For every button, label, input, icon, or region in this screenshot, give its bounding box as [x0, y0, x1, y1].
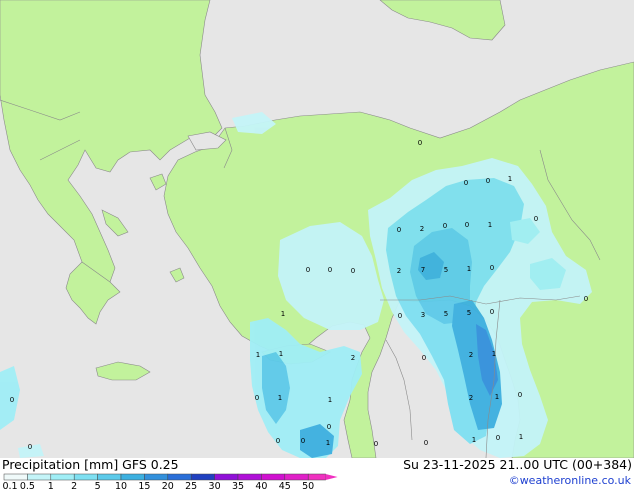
value-label: 1 [256, 351, 260, 359]
value-label: 0 [496, 434, 500, 442]
legend-tick-label: 5 [95, 481, 101, 490]
value-label: 0 [424, 439, 428, 447]
legend-tick-label: 0.1 [2, 481, 17, 490]
legend-tick-label: 45 [279, 481, 291, 490]
value-label: 1 [281, 310, 285, 318]
value-label: 1 [519, 433, 523, 441]
value-label: 1 [488, 221, 492, 229]
legend-swatch [3, 473, 28, 481]
value-label: 0 [534, 215, 538, 223]
value-label: 0 [584, 295, 588, 303]
value-label: 0 [443, 222, 447, 230]
value-label: 2 [469, 394, 473, 402]
value-label: 7 [421, 266, 425, 274]
legend-arrow [325, 474, 338, 480]
legend-swatch [97, 473, 122, 481]
legend-swatch [284, 473, 309, 481]
value-label: 1 [326, 439, 330, 447]
value-label: 0 [464, 179, 468, 187]
value-label: 0 [255, 394, 259, 402]
value-label: 0 [301, 437, 305, 445]
value-label: 2 [397, 267, 401, 275]
value-label: 1 [472, 436, 476, 444]
legend-swatch [307, 473, 326, 481]
value-label: 1 [467, 265, 471, 273]
value-label: 0 [351, 267, 355, 275]
value-label: 0 [422, 354, 426, 362]
value-label: 0 [397, 226, 401, 234]
legend-swatch [261, 473, 286, 481]
value-label: 0 [490, 308, 494, 316]
value-label: 2 [420, 225, 424, 233]
legend-tick-label: 15 [138, 481, 150, 490]
credit-link[interactable]: ©weatheronline.co.uk [509, 474, 631, 487]
value-label: 1 [278, 394, 282, 402]
value-label: 0 [327, 423, 331, 431]
value-label: 1 [279, 350, 283, 358]
value-label: 0 [486, 177, 490, 185]
value-label: 5 [444, 266, 448, 274]
value-label: 1 [492, 350, 496, 358]
legend-tick-label: 10 [115, 481, 127, 490]
color-legend: 0.1 0.5 1 2 5 10 15 20 25 30 35 40 45 50 [2, 473, 338, 490]
value-label: 1 [508, 175, 512, 183]
legend-tick-label: 0.5 [20, 481, 35, 490]
value-label: 0 [374, 440, 378, 448]
value-label: 0 [10, 396, 14, 404]
legend-swatch [73, 473, 98, 481]
legend-swatch [27, 473, 52, 481]
legend-tick-label: 30 [209, 481, 221, 490]
legend-swatch [167, 473, 192, 481]
value-label: 3 [421, 311, 425, 319]
value-label: 0 [465, 221, 469, 229]
legend-swatch [237, 473, 262, 481]
legend-swatch [214, 473, 239, 481]
value-label: 0 [490, 264, 494, 272]
legend-tick-label: 50 [302, 481, 314, 490]
value-label: 1 [328, 396, 332, 404]
legend-tick-label: 25 [185, 481, 197, 490]
legend-tick-label: 1 [48, 481, 54, 490]
value-label: 0 [328, 266, 332, 274]
precipitation-map: 0 0 1 0 0 2 0 0 1 0 2 7 5 1 0 0 0 0 0 0 … [0, 0, 634, 458]
legend-swatch [190, 473, 215, 481]
value-label: 0 [306, 266, 310, 274]
value-label: 0 [28, 443, 32, 451]
value-label: 2 [469, 351, 473, 359]
legend-swatch [120, 473, 145, 481]
legend-tick-label: 35 [232, 481, 244, 490]
value-label: 2 [351, 354, 355, 362]
legend-swatch [144, 473, 169, 481]
map-title: Precipitation [mm] GFS 0.25 [2, 457, 179, 472]
legend-swatch [50, 473, 75, 481]
legend-tick-label: 40 [255, 481, 267, 490]
valid-time: Su 23-11-2025 21..00 UTC (00+384) [403, 457, 632, 472]
value-label: 0 [398, 312, 402, 320]
legend-tick-label: 20 [162, 481, 174, 490]
value-label: 0 [276, 437, 280, 445]
value-label: 0 [518, 391, 522, 399]
footer: Precipitation [mm] GFS 0.25 Su 23-11-202… [0, 457, 634, 490]
legend-tick-label: 2 [71, 481, 77, 490]
value-label: 5 [444, 310, 448, 318]
value-label: 1 [495, 393, 499, 401]
value-label: 0 [418, 139, 422, 147]
value-label: 5 [467, 309, 471, 317]
